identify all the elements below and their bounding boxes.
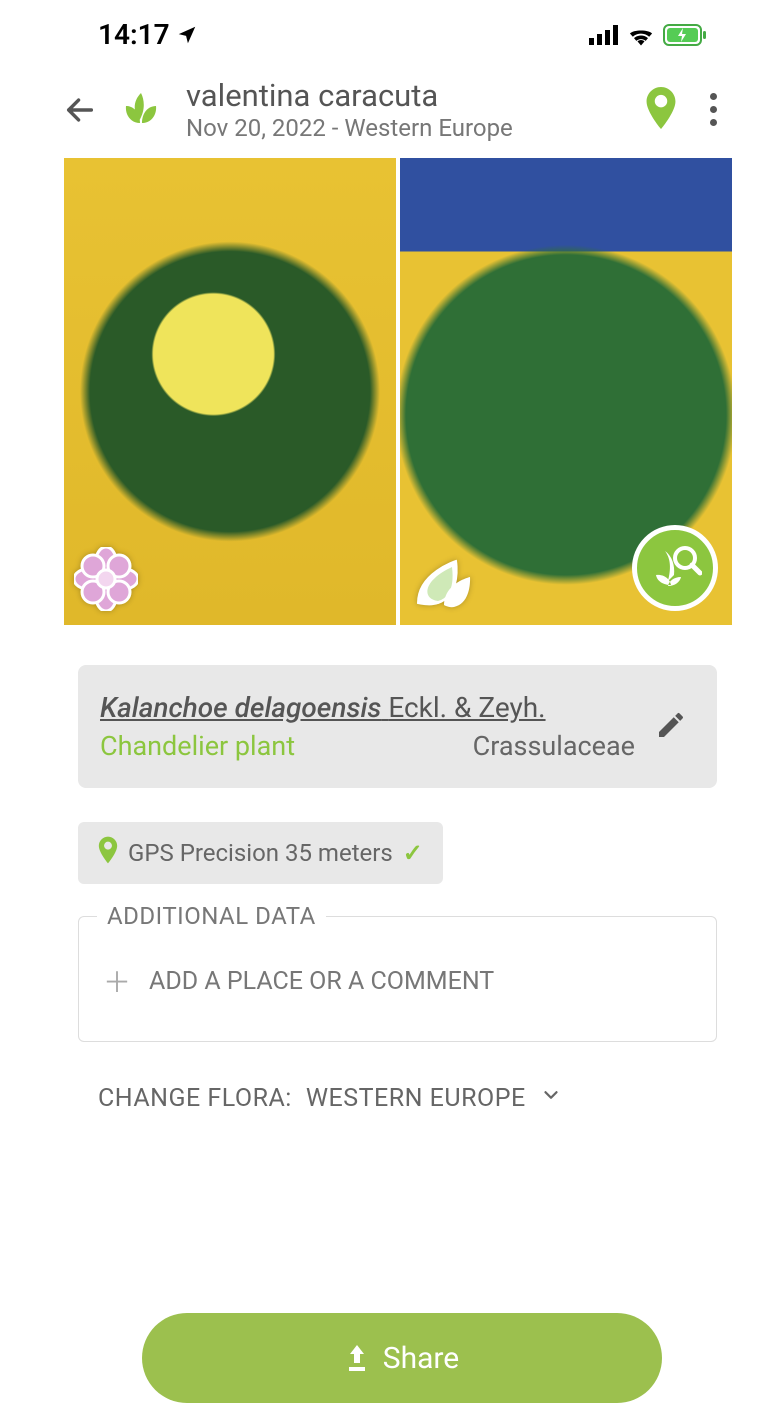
- gps-precision-label: GPS Precision 35 meters: [128, 839, 393, 867]
- status-bar: 14:17: [0, 0, 757, 59]
- change-flora-value: WESTERN EUROPE: [306, 1084, 526, 1113]
- map-pin-icon: [645, 87, 677, 129]
- header-titles: valentina caracuta Nov 20, 2022 - Wester…: [182, 77, 629, 142]
- header-subtitle: Nov 20, 2022 - Western Europe: [186, 114, 629, 142]
- common-name: Chandelier plant: [100, 730, 295, 762]
- status-time-group: 14:17: [98, 18, 198, 51]
- share-button[interactable]: Share: [142, 1313, 662, 1403]
- battery-charging-icon: [663, 24, 707, 46]
- species-card: Kalanchoe delagoensis Eckl. & Zeyh. Chan…: [78, 665, 717, 788]
- map-pin-icon: [98, 836, 118, 870]
- scientific-name-line[interactable]: Kalanchoe delagoensis Eckl. & Zeyh.: [100, 691, 635, 724]
- plant-search-icon: [648, 541, 702, 595]
- plant-logo-icon: [116, 88, 166, 128]
- content-area: Kalanchoe delagoensis Eckl. & Zeyh. Chan…: [0, 665, 757, 1113]
- dot-icon: [710, 119, 717, 126]
- scientific-authority: Eckl. & Zeyh.: [388, 691, 545, 724]
- observation-photo-leaf[interactable]: [400, 158, 732, 625]
- share-label: Share: [383, 1341, 459, 1376]
- check-icon: ✓: [403, 839, 423, 867]
- dot-icon: [710, 106, 717, 113]
- more-menu-button[interactable]: [693, 85, 733, 134]
- app-logo: [116, 88, 166, 132]
- chevron-down-icon: [540, 1084, 562, 1113]
- header-title: valentina caracuta: [186, 77, 629, 114]
- back-button[interactable]: [60, 90, 100, 130]
- additional-data-legend: ADDITIONAL DATA: [97, 902, 326, 930]
- observation-photo-flower[interactable]: [64, 158, 396, 625]
- scientific-name: Kalanchoe delagoensis: [100, 691, 381, 724]
- organ-badge-flower[interactable]: [74, 547, 138, 615]
- dot-icon: [710, 93, 717, 100]
- photo-row: [64, 158, 732, 625]
- gps-precision-chip[interactable]: GPS Precision 35 meters ✓: [78, 822, 443, 884]
- location-button[interactable]: [645, 87, 677, 133]
- flower-icon: [74, 547, 138, 611]
- pencil-icon: [655, 709, 687, 741]
- organ-badge-leaf[interactable]: [410, 555, 474, 615]
- family-name: Crassulaceae: [473, 730, 635, 762]
- status-time: 14:17: [98, 18, 170, 51]
- change-flora-button[interactable]: CHANGE FLORA: WESTERN EUROPE: [78, 1084, 717, 1113]
- edit-species-button[interactable]: [655, 709, 687, 745]
- identify-button[interactable]: [632, 525, 718, 611]
- additional-data-box: ADDITIONAL DATA ＋ ADD A PLACE OR A COMME…: [78, 916, 717, 1042]
- app-header: valentina caracuta Nov 20, 2022 - Wester…: [0, 59, 757, 158]
- add-comment-label: ADD A PLACE OR A COMMENT: [149, 967, 494, 996]
- leaf-icon: [410, 555, 474, 611]
- plus-icon: ＋: [103, 961, 131, 1001]
- status-indicators: [589, 24, 707, 46]
- arrow-left-icon: [63, 93, 97, 127]
- change-flora-prefix: CHANGE FLORA:: [98, 1084, 292, 1113]
- add-comment-button[interactable]: ＋ ADD A PLACE OR A COMMENT: [103, 961, 692, 1001]
- location-arrow-icon: [176, 24, 198, 46]
- wifi-icon: [627, 24, 655, 46]
- upload-icon: [345, 1345, 369, 1371]
- species-text: Kalanchoe delagoensis Eckl. & Zeyh. Chan…: [100, 691, 635, 762]
- cellular-icon: [589, 25, 619, 45]
